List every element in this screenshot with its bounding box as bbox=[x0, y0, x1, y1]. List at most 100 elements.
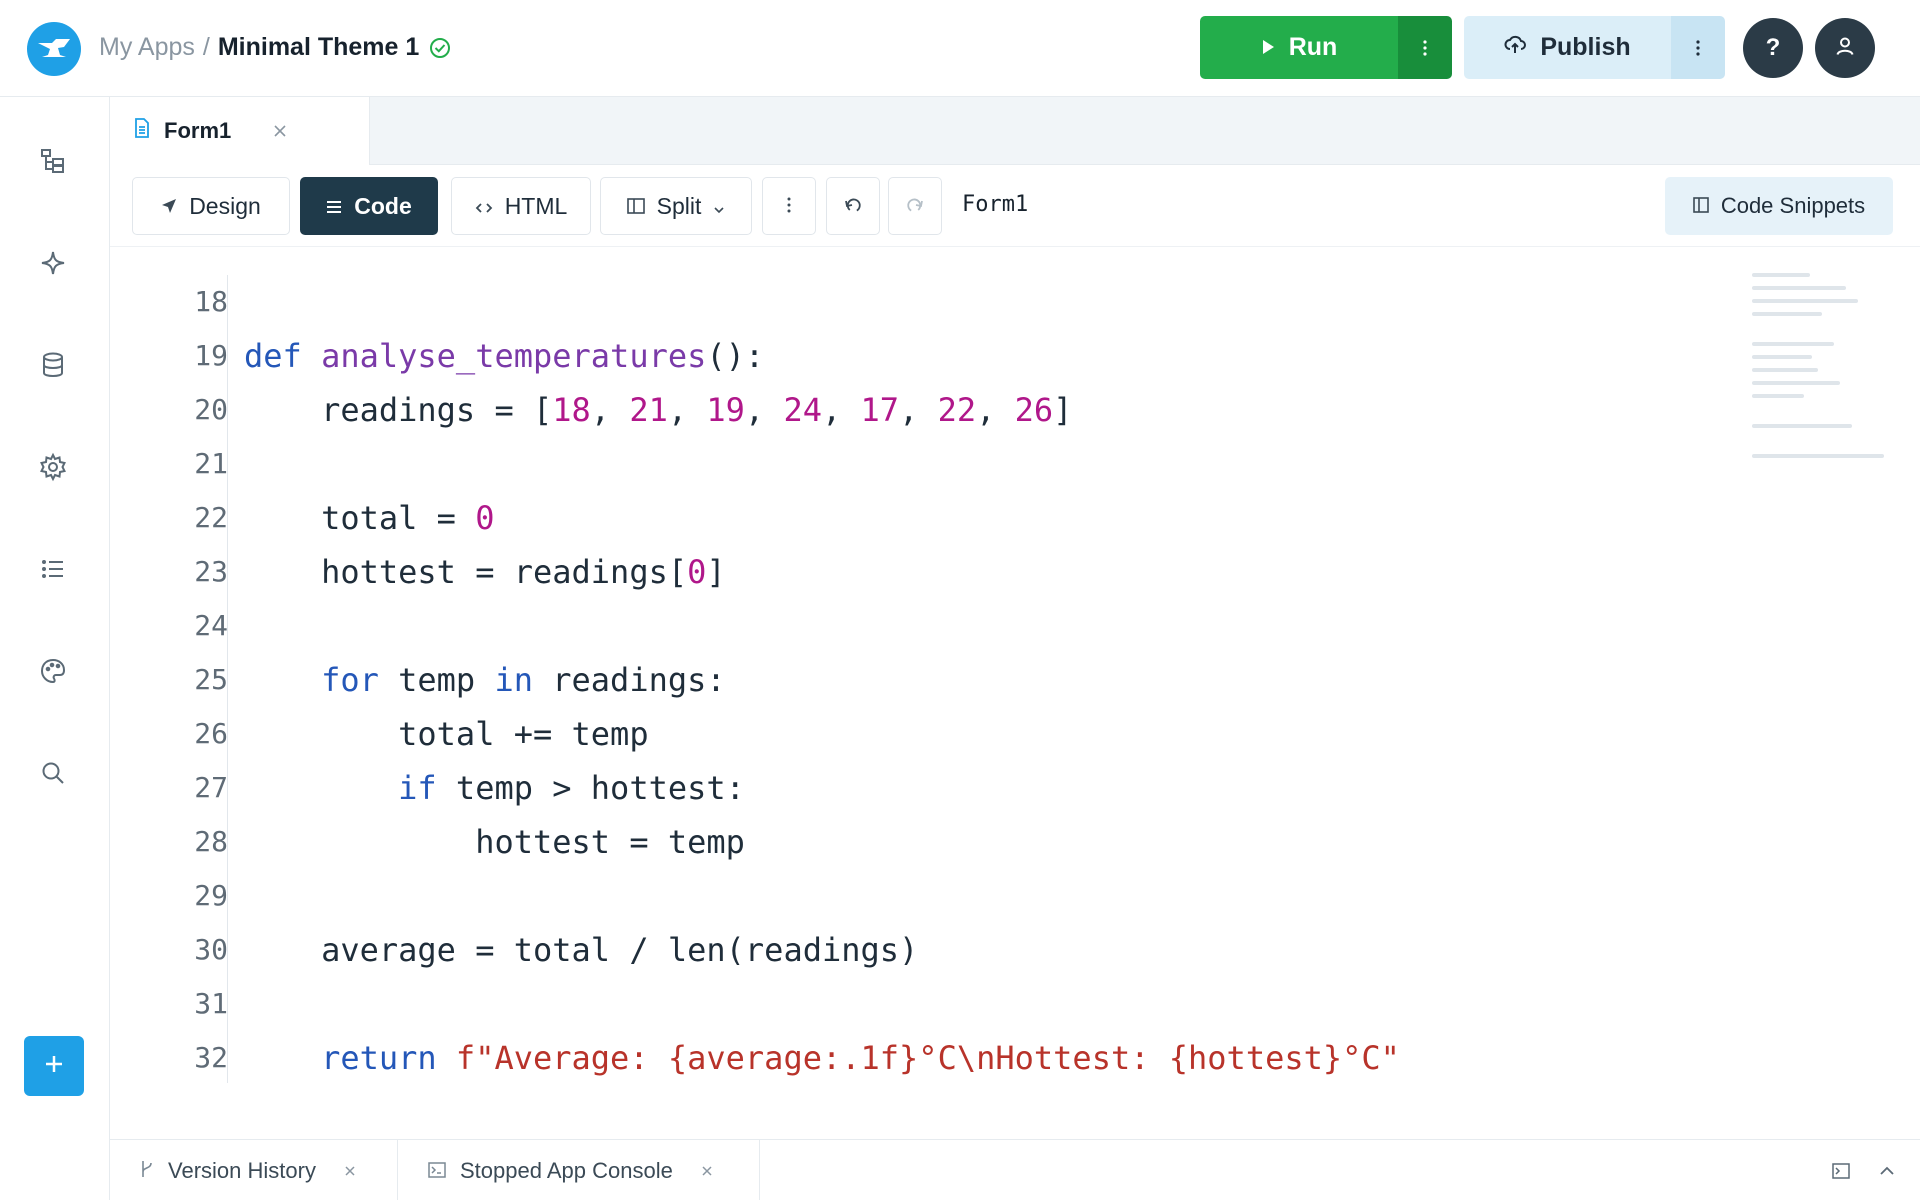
chevron-down-icon bbox=[713, 193, 725, 220]
code-line[interactable] bbox=[244, 275, 1400, 329]
line-number-gutter: 18 19 20 21 22 23 24 25 26 27 28 29 30 31 32 bbox=[110, 275, 228, 1085]
line-number: 21 bbox=[194, 447, 228, 480]
chevron-up-icon[interactable] bbox=[1874, 1158, 1900, 1184]
code-line[interactable]: total += temp bbox=[244, 707, 1400, 761]
breadcrumb-separator: / bbox=[202, 33, 210, 61]
code-line[interactable] bbox=[244, 977, 1400, 1031]
redo-button[interactable] bbox=[888, 177, 942, 235]
cloud-upload-icon bbox=[1504, 33, 1527, 62]
minimap-line bbox=[1752, 424, 1852, 428]
code-line[interactable]: if temp > hottest: bbox=[244, 761, 1400, 815]
publish-more-button[interactable] bbox=[1671, 16, 1725, 79]
cursor-icon bbox=[161, 193, 177, 220]
plus-icon bbox=[43, 1053, 65, 1080]
code-line[interactable] bbox=[244, 869, 1400, 923]
line-number: 28 bbox=[194, 825, 228, 858]
split-view-dropdown[interactable]: Split bbox=[600, 177, 752, 235]
run-more-button[interactable] bbox=[1398, 16, 1452, 79]
code-line[interactable]: hottest = temp bbox=[244, 815, 1400, 869]
code-line[interactable]: average = total / len(readings) bbox=[244, 923, 1400, 977]
line-number: 18 bbox=[194, 285, 228, 318]
minimap-line bbox=[1752, 355, 1812, 359]
line-number: 25 bbox=[194, 663, 228, 696]
search-icon[interactable] bbox=[35, 755, 71, 791]
app-tree-icon[interactable] bbox=[35, 143, 71, 179]
console-toggle-icon[interactable] bbox=[1828, 1158, 1854, 1184]
tab-app-console[interactable]: Stopped App Console bbox=[398, 1140, 760, 1200]
app-name[interactable]: Minimal Theme 1 bbox=[218, 33, 419, 62]
list-icon[interactable] bbox=[35, 551, 71, 587]
line-number: 30 bbox=[194, 933, 228, 966]
line-number: 27 bbox=[194, 771, 228, 804]
minimap-line bbox=[1752, 368, 1818, 372]
code-minimap[interactable] bbox=[1752, 273, 1902, 467]
palette-icon[interactable] bbox=[35, 653, 71, 689]
breadcrumb: My Apps / Minimal Theme 1 bbox=[99, 33, 451, 62]
breadcrumb-my-apps[interactable]: My Apps bbox=[99, 33, 195, 62]
code-line[interactable]: readings = [18, 21, 19, 24, 17, 22, 26] bbox=[244, 383, 1400, 437]
line-number: 19 bbox=[194, 339, 228, 372]
branch-icon bbox=[140, 1158, 154, 1184]
kebab-icon bbox=[786, 193, 792, 220]
minimap-line bbox=[1752, 312, 1822, 316]
top-bar: My Apps / Minimal Theme 1 Run Publish ? bbox=[0, 0, 1920, 97]
terminal-icon bbox=[428, 1158, 446, 1184]
code-line[interactable]: for temp in readings: bbox=[244, 653, 1400, 707]
sparkle-icon[interactable] bbox=[35, 245, 71, 281]
code-line[interactable]: def analyse_temperatures(): bbox=[244, 329, 1400, 383]
line-number: 24 bbox=[194, 609, 228, 642]
code-line[interactable] bbox=[244, 437, 1400, 491]
split-label: Split bbox=[656, 192, 702, 219]
run-button-group: Run bbox=[1200, 16, 1452, 79]
code-lines[interactable]: def analyse_temperatures(): readings = [… bbox=[244, 275, 1400, 1085]
close-icon[interactable] bbox=[273, 124, 287, 138]
code-line[interactable]: return f"Average: {average:.1f}°C\nHotte… bbox=[244, 1031, 1400, 1085]
add-button[interactable] bbox=[24, 1036, 84, 1096]
file-icon bbox=[134, 118, 150, 144]
current-form-name: Form1 bbox=[962, 192, 1029, 217]
gutter-divider bbox=[227, 275, 228, 1083]
html-view-button[interactable]: HTML bbox=[451, 177, 591, 235]
html-label: HTML bbox=[504, 192, 568, 219]
tab-version-history[interactable]: Version History bbox=[110, 1140, 398, 1200]
help-button[interactable]: ? bbox=[1743, 18, 1803, 78]
run-label: Run bbox=[1288, 33, 1338, 61]
code-line[interactable]: total = 0 bbox=[244, 491, 1400, 545]
version-history-label: Version History bbox=[168, 1157, 316, 1183]
anvil-logo[interactable] bbox=[27, 22, 81, 76]
line-number: 22 bbox=[194, 501, 228, 534]
publish-button[interactable]: Publish bbox=[1464, 16, 1671, 79]
code-editor[interactable]: 18 19 20 21 22 23 24 25 26 27 28 29 30 31 32 def analy… bbox=[110, 247, 1920, 1139]
close-icon[interactable] bbox=[344, 1165, 356, 1177]
minimap-line bbox=[1752, 454, 1884, 458]
code-snippets-button[interactable]: Code Snippets bbox=[1665, 177, 1893, 235]
line-number: 23 bbox=[194, 555, 228, 588]
help-icon: ? bbox=[1765, 34, 1781, 61]
code-snippets-label: Code Snippets bbox=[1720, 193, 1866, 218]
publish-button-group: Publish bbox=[1464, 16, 1725, 79]
tab-label: Form1 bbox=[164, 118, 232, 143]
design-view-button[interactable]: Design bbox=[132, 177, 290, 235]
settings-icon[interactable] bbox=[35, 449, 71, 485]
code-line[interactable]: hottest = readings[0] bbox=[244, 545, 1400, 599]
close-icon[interactable] bbox=[701, 1165, 713, 1177]
minimap-line bbox=[1752, 273, 1810, 277]
panel-icon bbox=[1693, 193, 1709, 219]
user-account-button[interactable] bbox=[1815, 18, 1875, 78]
run-button[interactable]: Run bbox=[1200, 16, 1398, 79]
line-number: 26 bbox=[194, 717, 228, 750]
tab-form1[interactable]: Form1 bbox=[110, 97, 370, 165]
minimap-line bbox=[1752, 342, 1834, 346]
line-number: 20 bbox=[194, 393, 228, 426]
design-label: Design bbox=[189, 192, 261, 219]
line-number: 32 bbox=[194, 1041, 228, 1074]
line-number: 29 bbox=[194, 879, 228, 912]
undo-button[interactable] bbox=[826, 177, 880, 235]
more-options-button[interactable] bbox=[762, 177, 816, 235]
redo-icon bbox=[906, 193, 924, 220]
publish-label: Publish bbox=[1540, 33, 1631, 61]
database-icon[interactable] bbox=[35, 347, 71, 383]
code-view-button[interactable]: Code bbox=[300, 177, 438, 235]
minimap-line bbox=[1752, 381, 1840, 385]
code-line[interactable] bbox=[244, 599, 1400, 653]
